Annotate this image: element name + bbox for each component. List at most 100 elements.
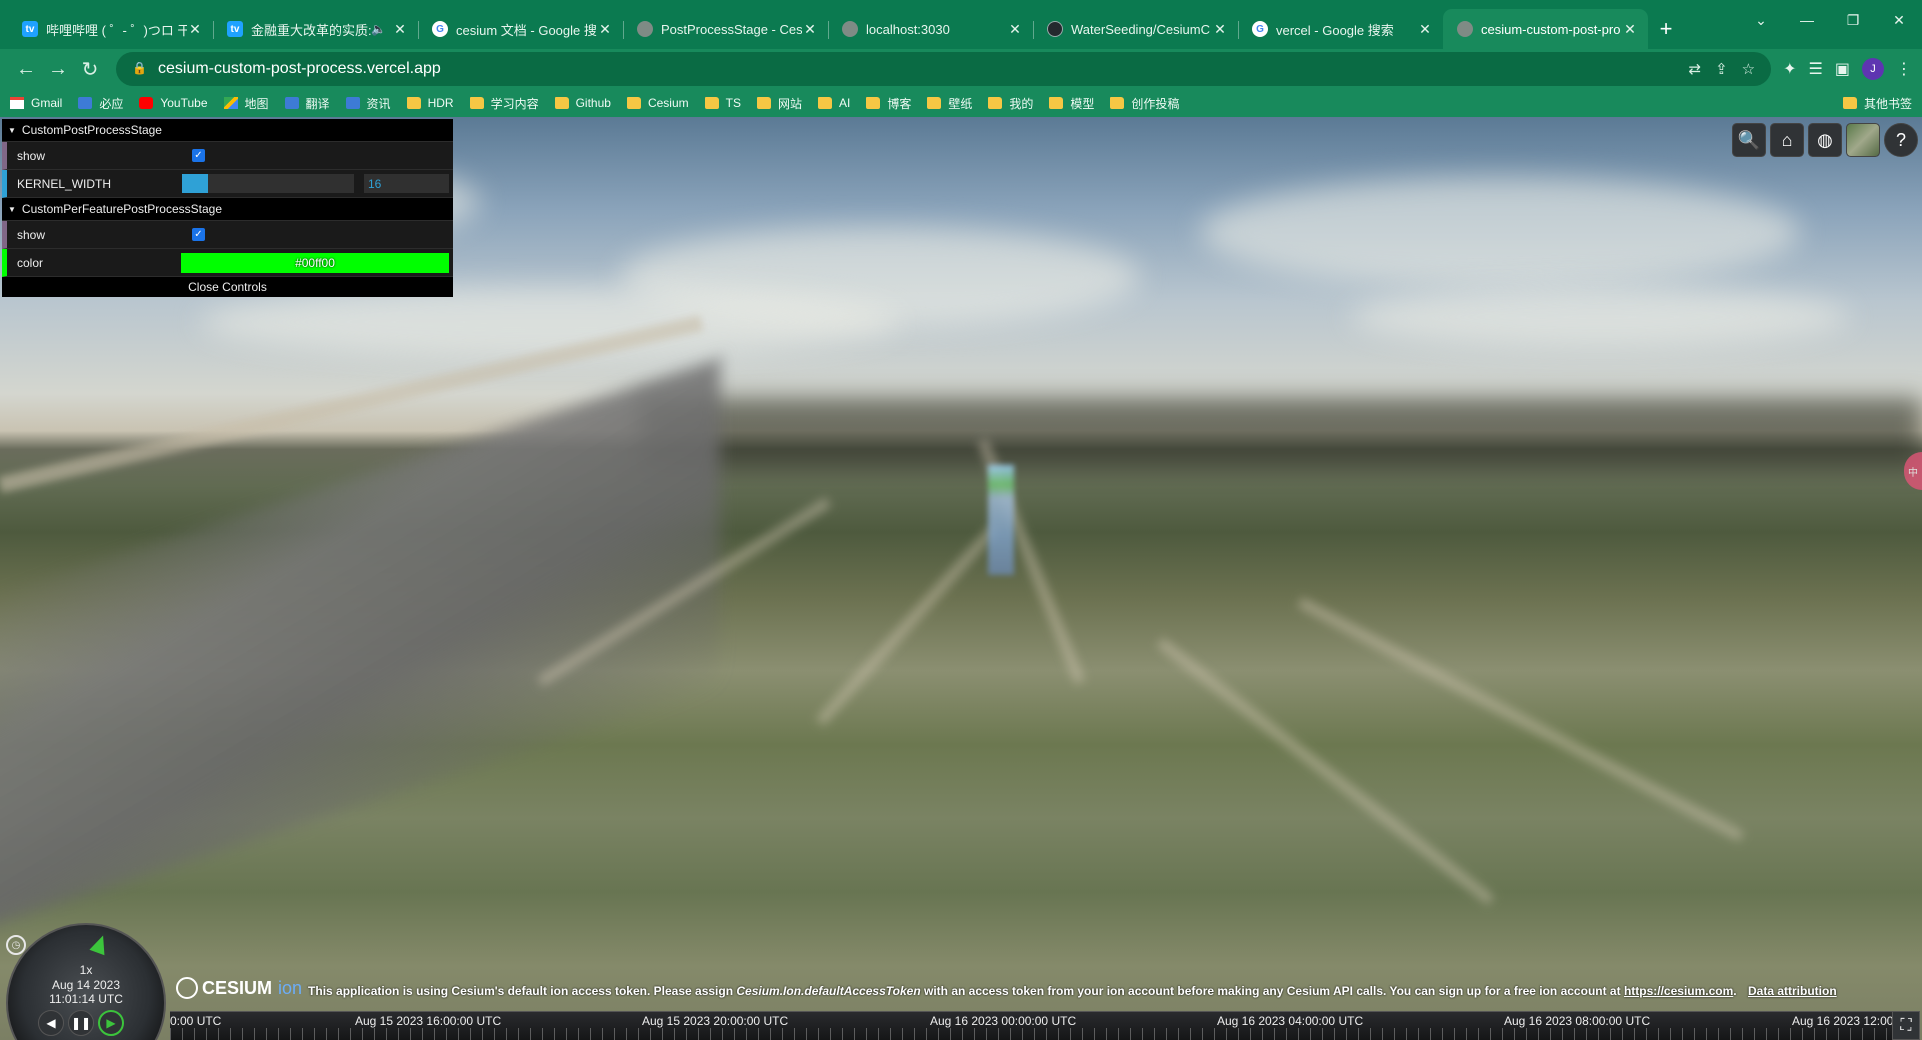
forward-button[interactable]: → [42, 53, 74, 85]
browser-toolbar: ← → ↻ 🔒 cesium-custom-post-process.verce… [0, 49, 1922, 89]
youtube-icon [139, 97, 154, 109]
address-bar[interactable]: 🔒 cesium-custom-post-process.vercel.app … [116, 52, 1772, 86]
tab-postprocessstage[interactable]: PostProcessStage - Cesiu ✕ [623, 9, 828, 49]
translate-icon[interactable]: ⇄ [1689, 60, 1702, 78]
bookmark-ai[interactable]: AI [817, 96, 851, 110]
folder-custom-post-process-stage[interactable]: ▼ CustomPostProcessStage [2, 119, 453, 142]
cesium-viewer[interactable]: ▼ CustomPostProcessStage show ✓ KERNEL_W… [0, 117, 1922, 1040]
close-icon[interactable]: ✕ [802, 21, 818, 38]
profile-avatar[interactable]: J [1862, 58, 1884, 80]
cesium-link[interactable]: https://cesium.com [1624, 984, 1733, 998]
cesium-logo-icon [176, 977, 198, 999]
tab-cesium-custom-post[interactable]: cesium-custom-post-pro ✕ [1443, 9, 1648, 49]
tab-bilibili[interactable]: tv 哔哩哔哩 ( ゜- ゜)つロ 干杯 ✕ [8, 9, 213, 49]
close-icon[interactable]: ✕ [1212, 21, 1228, 38]
bookmark-youtube[interactable]: YouTube [139, 96, 208, 110]
folder-custom-per-feature-stage[interactable]: ▼ CustomPerFeaturePostProcessStage [2, 198, 453, 221]
bookmark-github[interactable]: Github [554, 96, 611, 110]
close-icon[interactable]: ✕ [1007, 21, 1023, 38]
kernel-width-input[interactable]: 16 [364, 174, 449, 193]
restore-button[interactable]: ❐ [1830, 0, 1876, 40]
play-button[interactable]: ▶ [98, 1010, 124, 1036]
share-icon[interactable]: ⇪ [1715, 60, 1728, 78]
speaker-icon[interactable]: 🔈 [371, 22, 386, 36]
chevron-down-icon[interactable]: ⌄ [1738, 0, 1784, 40]
tab-localhost[interactable]: localhost:3030 ✕ [828, 9, 1033, 49]
bookmark-creation[interactable]: 创作投稿 [1110, 95, 1179, 112]
folder-icon [1110, 97, 1125, 109]
translate-icon [284, 97, 299, 109]
bookmark-ts[interactable]: TS [704, 96, 741, 110]
globe-icon[interactable]: ◍ [1808, 123, 1842, 157]
close-window-button[interactable]: ✕ [1876, 0, 1922, 40]
pause-button[interactable]: ❚❚ [68, 1010, 94, 1036]
tab-google-vercel[interactable]: G vercel - Google 搜索 ✕ [1238, 9, 1443, 49]
bookmark-sites[interactable]: 网站 [756, 95, 802, 112]
kernel-width-slider[interactable] [182, 174, 354, 193]
google-icon: G [1252, 21, 1268, 37]
close-icon[interactable]: ✕ [597, 21, 613, 38]
close-icon[interactable]: ✕ [187, 21, 203, 38]
close-controls-button[interactable]: Close Controls [2, 277, 453, 297]
bookmark-bing[interactable]: 必应 [78, 95, 123, 112]
timeline[interactable]: 0:00 UTC Aug 15 2023 16:00:00 UTC Aug 15… [170, 1011, 1893, 1040]
animation-time: 11:01:14 UTC [49, 992, 123, 1006]
reverse-button[interactable]: ◀ [38, 1010, 64, 1036]
show-checkbox[interactable]: ✓ [192, 228, 205, 241]
kernel-width-row: KERNEL_WIDTH 16 [2, 170, 453, 198]
side-panel-icon[interactable]: ▣ [1835, 59, 1850, 79]
bookmark-translate[interactable]: 翻译 [284, 95, 330, 112]
bookmark-label: 资讯 [366, 96, 391, 111]
base-layer-picker[interactable] [1846, 123, 1880, 157]
bookmark-mine[interactable]: 我的 [988, 95, 1033, 112]
timeline-label: Aug 15 2023 20:00:00 UTC [642, 1014, 789, 1028]
color-label: color [17, 255, 44, 270]
bookmark-label: 模型 [1070, 96, 1095, 111]
triangle-down-icon: ▼ [8, 125, 16, 135]
help-icon[interactable]: ? [1884, 123, 1918, 157]
bookmark-models[interactable]: 模型 [1049, 95, 1094, 112]
tab-google-cesium[interactable]: G cesium 文档 - Google 搜 ✕ [418, 9, 623, 49]
bookmark-maps[interactable]: 地图 [223, 95, 269, 112]
other-bookmarks[interactable]: 其他书签 [1842, 95, 1912, 112]
cloud [200, 287, 900, 357]
bookmark-news[interactable]: 资讯 [345, 95, 391, 112]
menu-icon[interactable]: ⋮ [1896, 59, 1912, 79]
lock-icon[interactable]: 🔒 [132, 61, 147, 77]
show-checkbox[interactable]: ✓ [192, 149, 205, 162]
color-picker[interactable]: #00ff00 [181, 252, 449, 273]
tab-title: vercel - Google 搜索 [1276, 22, 1394, 38]
search-icon[interactable]: 🔍 [1732, 123, 1766, 157]
reading-list-icon[interactable]: ☰ [1809, 59, 1823, 79]
bookmark-cesium[interactable]: Cesium [626, 96, 689, 110]
slider-fill [182, 174, 208, 193]
url-text: cesium-custom-post-process.vercel.app [158, 60, 441, 77]
back-button[interactable]: ← [10, 53, 42, 85]
extensions-icon[interactable]: ✦ [1783, 59, 1796, 79]
fullscreen-button[interactable]: ⛶ [1892, 1011, 1920, 1040]
globe-icon [1457, 21, 1473, 37]
home-icon[interactable]: ⌂ [1770, 123, 1804, 157]
reload-button[interactable]: ↻ [74, 53, 106, 85]
tab-title: PostProcessStage - Cesiu [661, 21, 802, 37]
bookmark-label: 我的 [1009, 96, 1034, 111]
star-icon[interactable]: ☆ [1742, 60, 1755, 78]
bookmark-gmail[interactable]: Gmail [10, 96, 62, 110]
close-icon[interactable]: ✕ [1417, 21, 1433, 38]
close-icon[interactable]: ✕ [392, 21, 408, 38]
new-tab-button[interactable]: + [1648, 9, 1684, 49]
bookmark-hdr[interactable]: HDR [406, 96, 454, 110]
tab-bilibili-video[interactable]: tv 金融重大改革的实质: 🔈 ✕ [213, 9, 418, 49]
timeline-label: Aug 16 2023 08:00:00 UTC [1504, 1014, 1651, 1028]
clock-icon[interactable]: ◷ [6, 935, 26, 955]
bookmark-study[interactable]: 学习内容 [469, 95, 539, 112]
bookmark-label: AI [838, 96, 851, 110]
close-icon[interactable]: ✕ [1622, 21, 1638, 38]
bookmark-wallpaper[interactable]: 壁纸 [927, 95, 972, 112]
highlighted-feature[interactable] [988, 465, 1014, 575]
cesium-ion-logo[interactable]: CESIUM ion [176, 977, 302, 999]
bookmark-blog[interactable]: 博客 [866, 95, 911, 112]
minimize-button[interactable]: — [1784, 0, 1830, 40]
tab-github[interactable]: WaterSeeding/CesiumC ✕ [1033, 9, 1238, 49]
data-attribution-link[interactable]: Data attribution [1748, 984, 1837, 998]
